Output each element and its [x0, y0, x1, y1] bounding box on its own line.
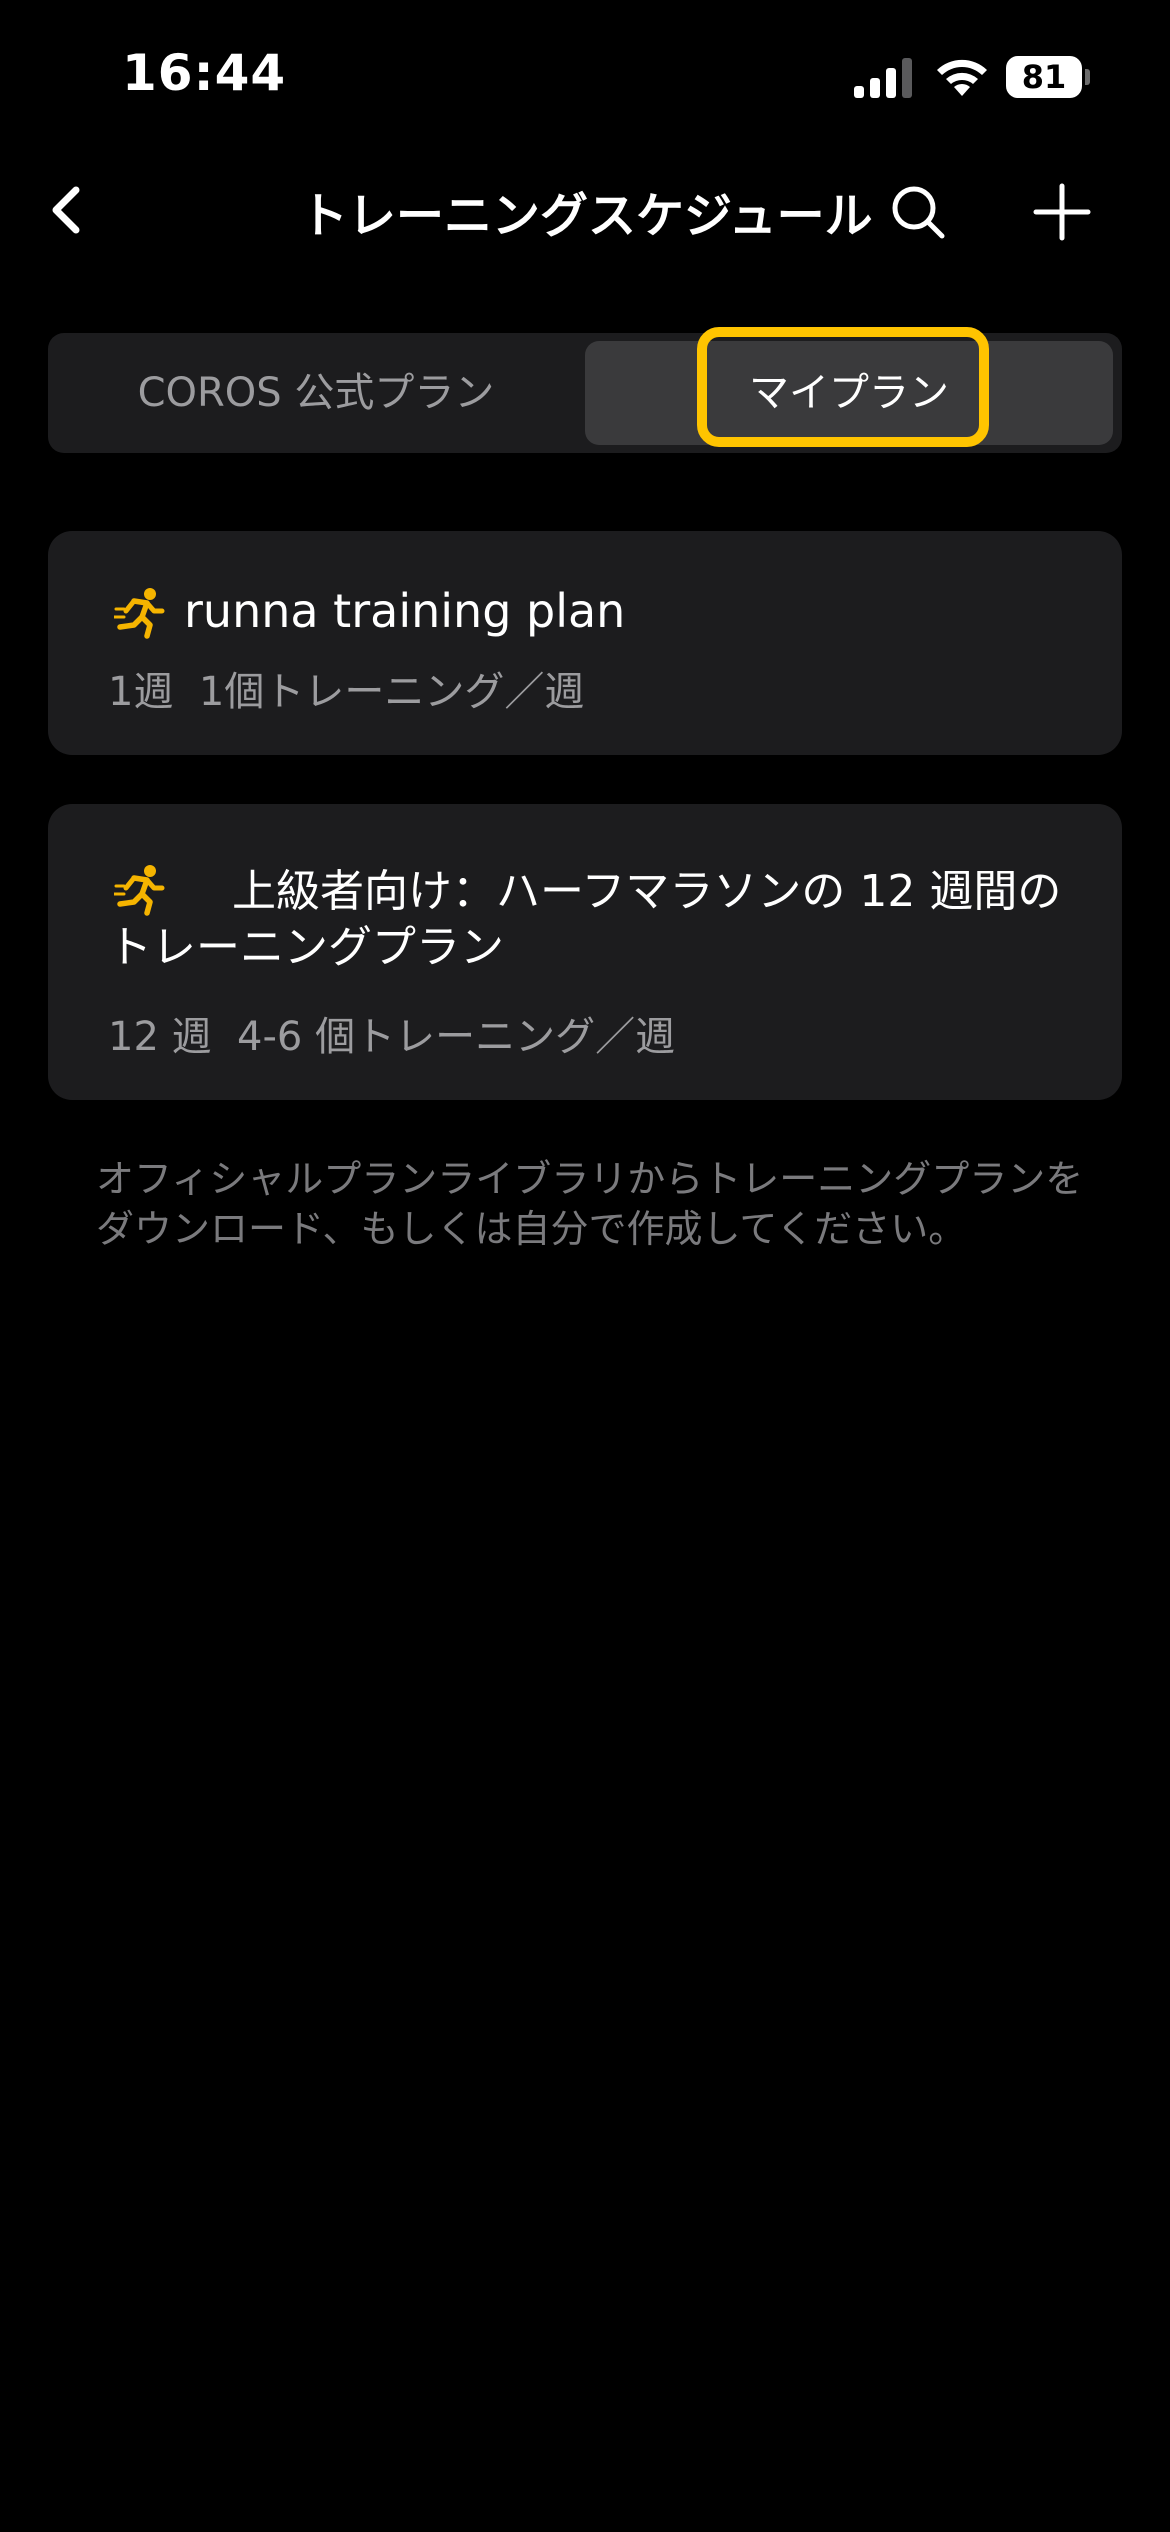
- empty-state-hint: オフィシャルプランライブラリからトレーニングプランをダウンロード、もしくは自分で…: [96, 1157, 1084, 1251]
- page-title: トレーニングスケジュール: [300, 188, 873, 244]
- battery-cap: [1085, 69, 1090, 85]
- plan-title: 上級者向け：ハーフマラソンの 12 週間のトレーニングプラン: [108, 866, 1062, 973]
- back-button[interactable]: [38, 178, 102, 242]
- runner-icon: [114, 588, 165, 639]
- plan-meta: 12 週 4-6 個トレーニング／週: [108, 1014, 676, 1060]
- status-time: 16:44: [122, 44, 287, 102]
- tab-my-plans[interactable]: マイプラン: [585, 341, 1113, 445]
- chevron-left-icon: [52, 186, 80, 234]
- tab-coros-official-plans[interactable]: COROS 公式プラン: [56, 341, 576, 445]
- battery-indicator: 81: [1006, 56, 1090, 98]
- plan-type-segmented-control: COROS 公式プラン マイプラン: [48, 333, 1122, 453]
- search-button[interactable]: [886, 180, 950, 244]
- wifi-icon: [937, 59, 987, 96]
- status-bar: 16:44 81: [0, 0, 1170, 150]
- plan-card[interactable]: runna training plan 1週 1個トレーニング／週: [48, 531, 1122, 755]
- plus-icon: [1033, 183, 1091, 241]
- cellular-signal-icon: [854, 58, 912, 98]
- plan-meta: 1週 1個トレーニング／週: [108, 669, 585, 715]
- tab-my-plans-label: マイプラン: [749, 370, 949, 416]
- search-icon: [892, 186, 945, 239]
- nav-bar: トレーニングスケジュール: [0, 150, 1170, 270]
- plan-title: runna training plan: [184, 584, 626, 638]
- plan-card[interactable]: 上級者向け：ハーフマラソンの 12 週間のトレーニングプラン 12 週 4-6 …: [48, 804, 1122, 1100]
- add-plan-button[interactable]: [1030, 180, 1094, 244]
- battery-level: 81: [1006, 56, 1082, 98]
